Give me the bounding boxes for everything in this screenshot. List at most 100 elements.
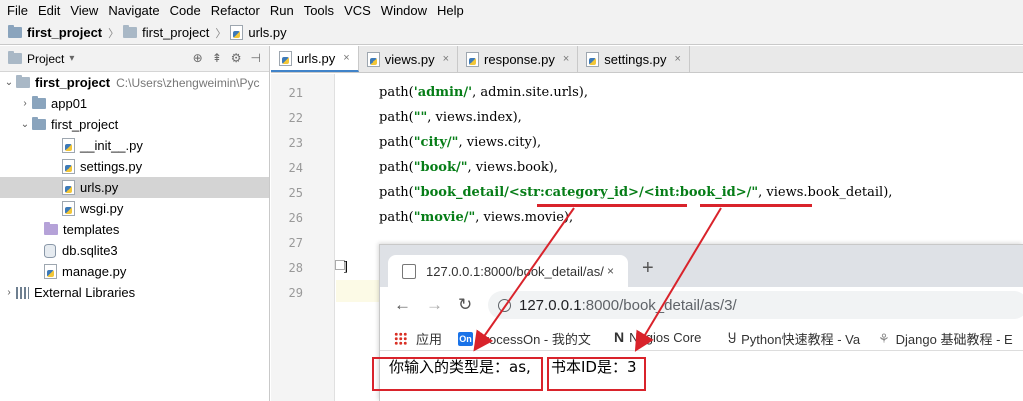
project-panel-title[interactable]: Project: [27, 52, 64, 66]
bookmark-apps[interactable]: 应用: [394, 329, 442, 348]
close-icon[interactable]: ×: [343, 52, 349, 64]
menu-tools[interactable]: Tools: [301, 0, 341, 21]
locate-icon[interactable]: ⊕: [193, 51, 203, 65]
tree-item-first-project-package[interactable]: ⌄ first_project: [0, 114, 269, 135]
close-icon[interactable]: ×: [674, 53, 680, 65]
close-icon[interactable]: ×: [443, 53, 449, 65]
menu-file[interactable]: File: [4, 0, 35, 21]
tab-settings-py[interactable]: settings.py ×: [578, 46, 690, 72]
code-line: path("book/", views.book),: [379, 160, 558, 175]
tree-item-wsgi-py[interactable]: wsgi.py: [0, 198, 269, 219]
line-number: 29: [288, 286, 303, 300]
tree-item-urls-py[interactable]: urls.py: [0, 177, 269, 198]
tab-views-py[interactable]: views.py ×: [359, 46, 459, 72]
tree-item-label: first_project: [35, 75, 111, 90]
close-icon[interactable]: ×: [607, 264, 614, 278]
forward-icon[interactable]: →: [426, 295, 443, 315]
chevron-down-icon[interactable]: ▾: [69, 53, 74, 64]
tree-item-manage-py[interactable]: manage.py: [0, 261, 269, 282]
address-bar[interactable]: 127.0.0.1:8000/book_detail/as/3/: [488, 291, 1023, 319]
gear-icon[interactable]: ⚙: [231, 51, 242, 65]
breadcrumb-package[interactable]: first_project: [123, 25, 209, 40]
tree-item-app01[interactable]: › app01: [0, 93, 269, 114]
info-icon[interactable]: [498, 298, 511, 312]
tree-item-init-py[interactable]: __init__.py: [0, 135, 269, 156]
tree-item-label: manage.py: [62, 264, 127, 279]
menu-help[interactable]: Help: [434, 0, 471, 21]
tree-item-path-hint: C:\Users\zhengweimin\Pyc: [116, 75, 260, 90]
code-token: path(: [379, 210, 414, 225]
python-file-icon: [62, 159, 75, 174]
project-panel-header: Project ▾ ⊕ ⇞ ⚙ ⊣: [0, 46, 269, 72]
tree-item-external-libraries[interactable]: › External Libraries: [0, 282, 269, 303]
menu-run[interactable]: Run: [267, 0, 301, 21]
reload-icon[interactable]: ↻: [458, 295, 472, 315]
tree-item-templates[interactable]: templates: [0, 219, 269, 240]
bookmark-python[interactable]: Ⴘ Python快速教程 - Va: [728, 329, 860, 348]
collapsed-arrow-icon[interactable]: ›: [18, 98, 32, 109]
python-file-icon: [230, 25, 244, 40]
tab-label: response.py: [484, 51, 555, 67]
bookmark-processon[interactable]: On ProcessOn - 我的文: [458, 329, 591, 348]
annotation-box-category: [372, 357, 543, 391]
code-token: , views.book),: [467, 160, 558, 175]
package-icon: [32, 96, 46, 109]
menu-view[interactable]: View: [67, 0, 105, 21]
browser-tab-title: 127.0.0.1:8000/book_detail/as/: [426, 263, 604, 279]
project-tree: ⌄ first_project C:\Users\zhengweimin\Pyc…: [0, 72, 269, 303]
tree-item-settings-py[interactable]: settings.py: [0, 156, 269, 177]
browser-tab[interactable]: 127.0.0.1:8000/book_detail/as/ ×: [388, 255, 628, 287]
tab-label: views.py: [384, 51, 435, 67]
line-number: 27: [288, 236, 303, 250]
menu-window[interactable]: Window: [378, 0, 434, 21]
new-tab-icon[interactable]: +: [642, 257, 654, 280]
code-line: path('admin/', admin.site.urls),: [379, 85, 588, 100]
menu-edit[interactable]: Edit: [35, 0, 67, 21]
bookmark-django[interactable]: ⚘ Django 基础教程 - E: [878, 329, 1013, 348]
url-host: 127.0.0.1: [519, 296, 582, 314]
back-icon[interactable]: ←: [394, 295, 411, 315]
tree-item-label: urls.py: [80, 180, 119, 195]
bookmarks-bar: 应用 On ProcessOn - 我的文 N Nagios Core Ⴘ Pytho…: [380, 323, 1023, 351]
breadcrumb-root[interactable]: first_project: [8, 25, 102, 40]
tree-item-label: templates: [63, 222, 120, 237]
project-panel: Project ▾ ⊕ ⇞ ⚙ ⊣ ⌄ first_project C:\Use…: [0, 46, 270, 401]
tab-response-py[interactable]: response.py ×: [458, 46, 579, 72]
tree-item-first-project-root[interactable]: ⌄ first_project C:\Users\zhengweimin\Pyc: [0, 72, 269, 93]
menu-code[interactable]: Code: [167, 0, 208, 21]
collapsed-arrow-icon[interactable]: ›: [2, 287, 16, 298]
code-token: path(: [379, 185, 414, 200]
apps-grid-icon: [394, 332, 407, 345]
code-line: path("city/", views.city),: [379, 135, 541, 150]
package-icon: [32, 117, 46, 130]
code-token: , admin.site.urls),: [472, 85, 588, 100]
line-number: 25: [288, 186, 303, 200]
close-icon[interactable]: ×: [563, 53, 569, 65]
breadcrumb: first_project 〉 first_project 〉 urls.py: [0, 21, 1023, 45]
menu-vcs[interactable]: VCS: [341, 0, 378, 21]
code-token: , views.book_detail),: [758, 185, 893, 200]
breadcrumb-file[interactable]: urls.py: [230, 25, 287, 40]
django-bookmark-icon: ⚘: [878, 330, 890, 346]
collapse-icon[interactable]: ⇞: [212, 51, 222, 65]
tree-item-label: app01: [51, 96, 88, 111]
hide-icon[interactable]: ⊣: [251, 51, 261, 65]
code-line: path("", views.index),: [379, 110, 522, 125]
tree-item-db-sqlite3[interactable]: db.sqlite3: [0, 240, 269, 261]
tree-item-label: first_project: [51, 117, 119, 132]
bookmark-label: Python快速教程 - Va: [741, 332, 861, 347]
bookmark-nagios[interactable]: N Nagios Core: [614, 329, 701, 345]
nagios-icon: N: [614, 329, 625, 345]
tab-urls-py[interactable]: urls.py ×: [271, 46, 359, 72]
line-number: 21: [288, 86, 303, 100]
annotation-box-book-id: [547, 357, 646, 391]
tree-item-label: __init__.py: [80, 138, 143, 153]
menu-refactor[interactable]: Refactor: [208, 0, 267, 21]
expanded-arrow-icon[interactable]: ⌄: [2, 77, 16, 88]
line-number: 28: [288, 261, 303, 275]
expanded-arrow-icon[interactable]: ⌄: [18, 119, 32, 130]
code-token: path(: [379, 85, 414, 100]
menu-navigate[interactable]: Navigate: [105, 0, 166, 21]
breadcrumb-root-label: first_project: [27, 25, 103, 40]
bookmark-label: ProcessOn - 我的文: [476, 332, 591, 347]
